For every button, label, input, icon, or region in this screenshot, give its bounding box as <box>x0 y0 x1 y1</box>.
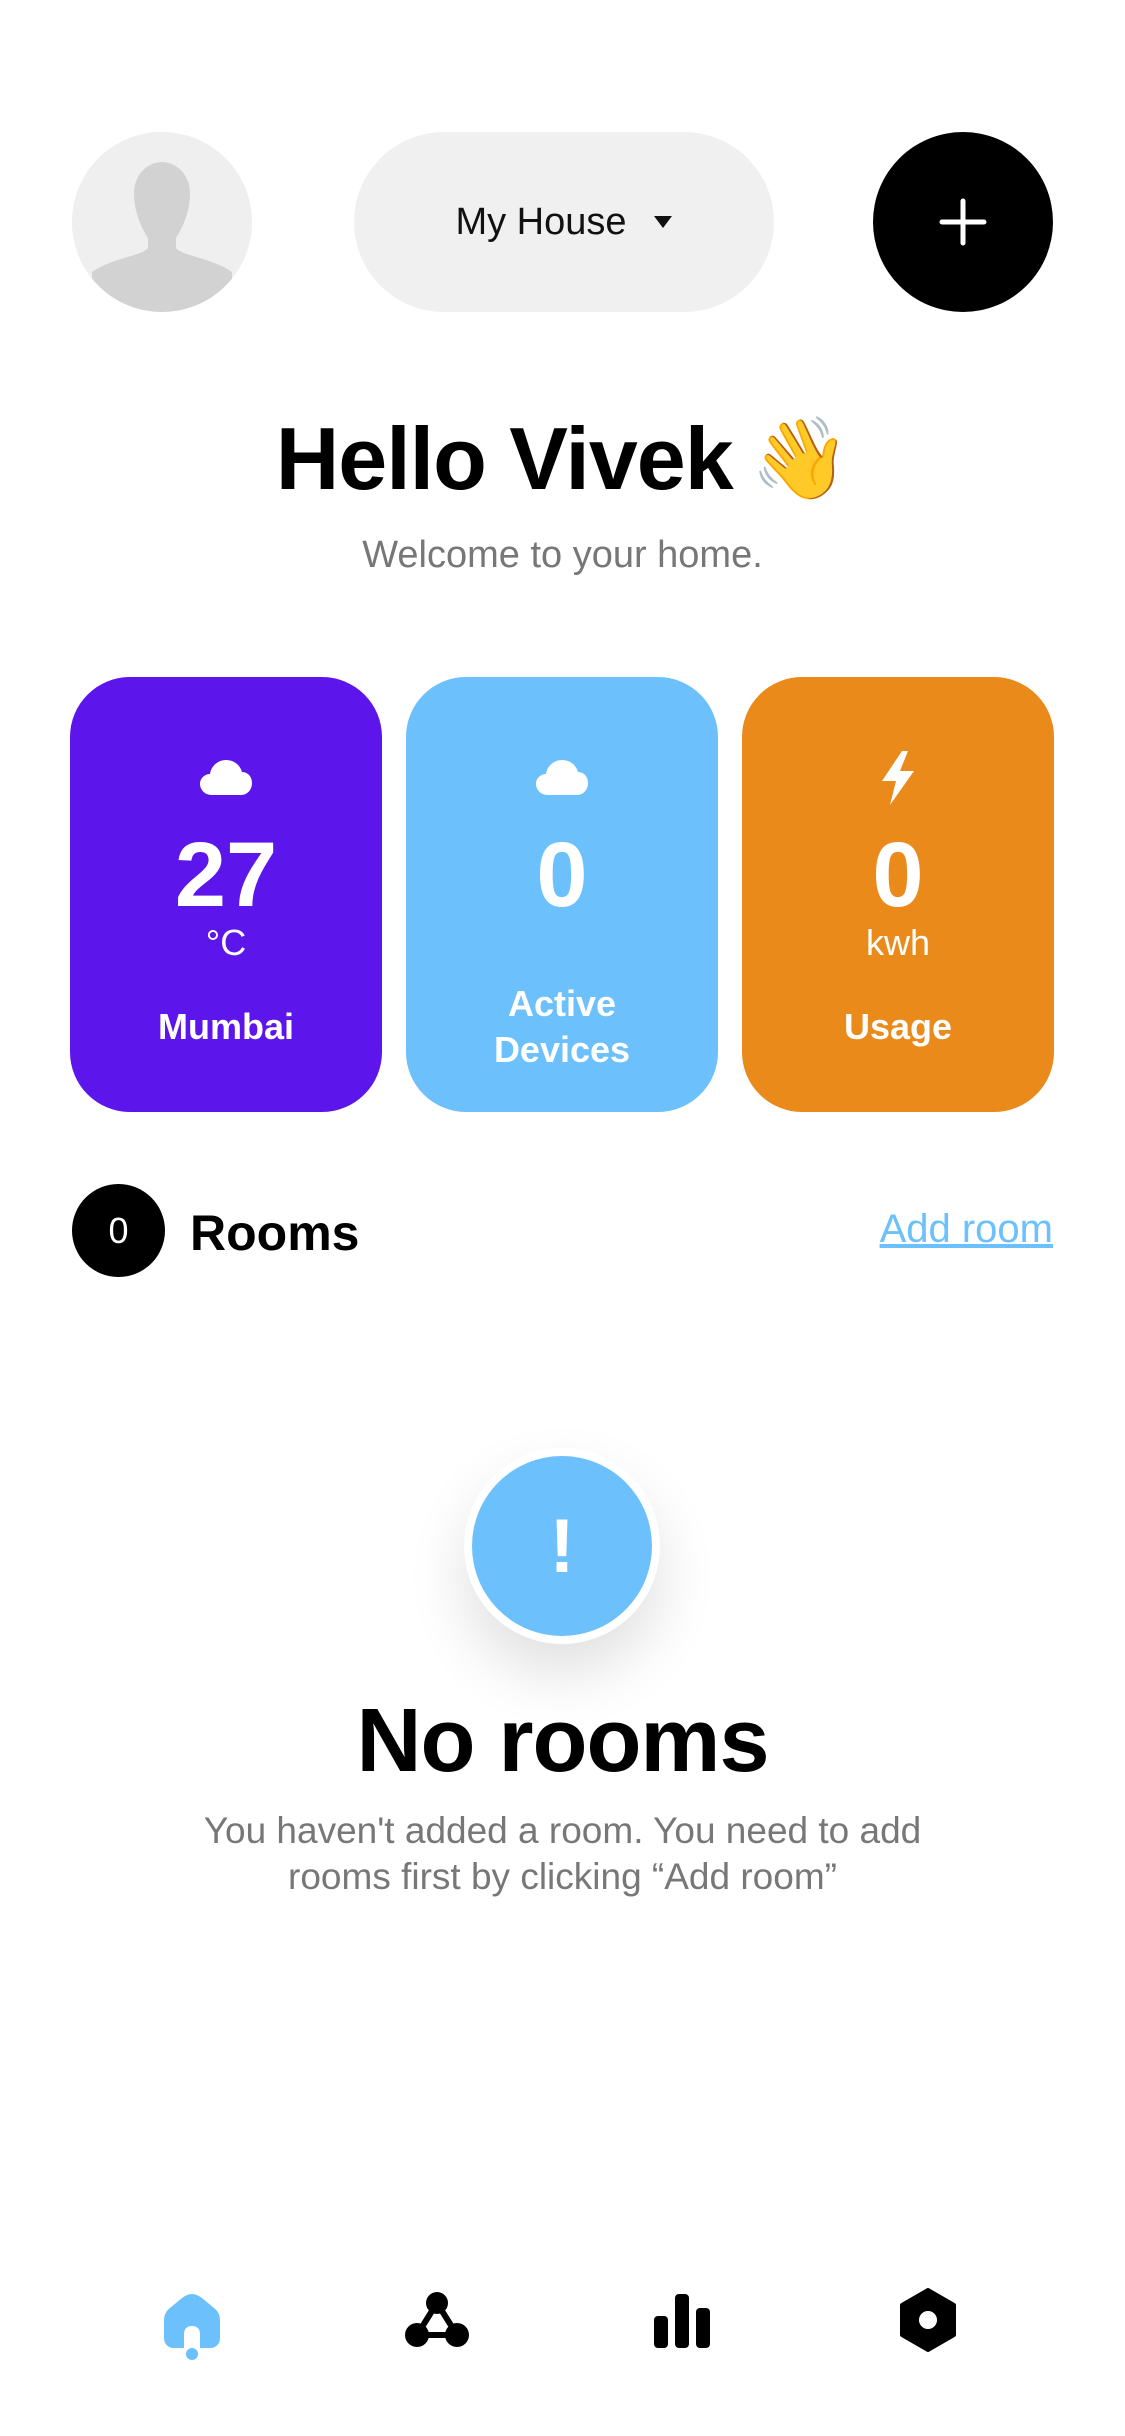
settings-hexagon-icon <box>900 2288 956 2352</box>
cloud-icon <box>406 743 718 813</box>
greeting-title: Hello Vivek 👋 <box>0 408 1125 510</box>
nav-devices[interactable] <box>387 2270 487 2370</box>
home-icon <box>164 2294 220 2348</box>
caret-down-icon <box>653 216 672 228</box>
usage-unit: kwh <box>865 922 931 963</box>
empty-state-description: You haven't added a room. You need to ad… <box>203 1810 922 1897</box>
greeting-subtitle: Welcome to your home. <box>362 534 763 576</box>
active-devices-card[interactable]: 0 Active Devices <box>406 677 718 1112</box>
lightning-icon <box>742 743 1054 813</box>
nav-statistics[interactable] <box>632 2270 732 2370</box>
temperature-unit: °C <box>205 922 247 963</box>
greeting-text: Hello Vivek <box>275 409 734 508</box>
user-silhouette-icon <box>72 132 252 312</box>
house-selector[interactable]: My House <box>354 132 774 312</box>
house-selector-label: My House <box>455 200 627 243</box>
bar-chart-icon <box>654 2294 710 2348</box>
add-room-link[interactable]: Add room <box>880 1207 1053 1252</box>
add-button[interactable] <box>873 132 1053 312</box>
usage-card[interactable]: 0 kwh Usage <box>742 677 1054 1112</box>
avatar[interactable] <box>72 132 252 312</box>
city-label: Mumbai <box>157 1006 294 1047</box>
cloud-icon <box>70 743 382 813</box>
waving-hand-icon: 👋 <box>750 414 851 503</box>
temperature-value: 27 <box>174 824 278 926</box>
active-devices-value: 0 <box>536 824 588 926</box>
usage-value: 0 <box>872 824 924 926</box>
rooms-count-badge: 0 <box>72 1184 165 1277</box>
nav-settings[interactable] <box>878 2270 978 2370</box>
empty-state-badge: ! <box>464 1448 660 1644</box>
plus-icon <box>939 198 987 246</box>
weather-card[interactable]: 27 °C Mumbai <box>70 677 382 1112</box>
rooms-title: Rooms <box>190 1205 360 1261</box>
active-indicator-dot <box>186 2348 198 2360</box>
exclamation-icon: ! <box>472 1456 652 1636</box>
usage-label: Usage <box>843 1006 953 1047</box>
active-devices-label: Active Devices <box>493 983 631 1070</box>
devices-network-icon <box>405 2292 469 2347</box>
empty-state-title: No rooms <box>356 1691 769 1791</box>
